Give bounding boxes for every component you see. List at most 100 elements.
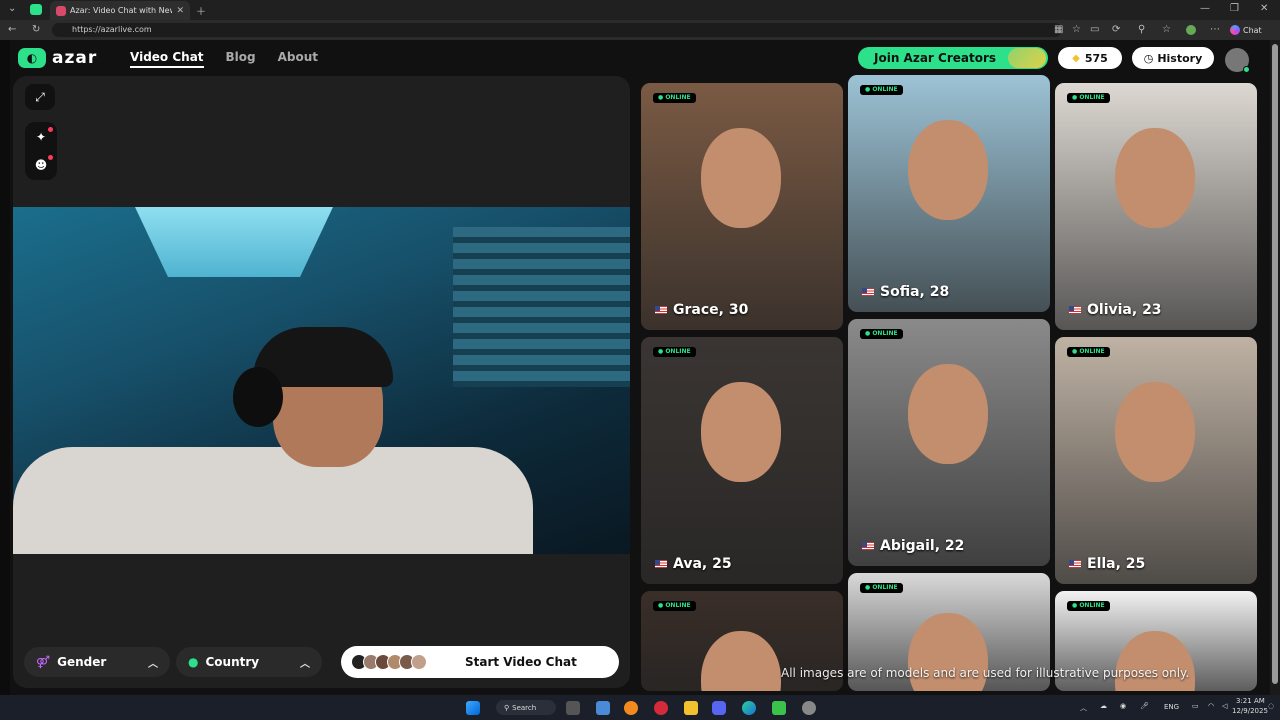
profile-card[interactable]: ● ONLINE Sofia, 28 [848,75,1050,312]
effects-toolbar: ✦ ☻ [25,122,57,180]
close-tab-icon[interactable]: ✕ [176,6,184,16]
join-label: Join Azar Creators [874,51,997,65]
settings-app-icon[interactable] [566,701,580,715]
opera-app-icon[interactable] [654,701,668,715]
workspace-icon[interactable] [30,4,42,15]
history-button[interactable]: ◷ History [1132,47,1214,69]
collections-icon[interactable]: ☆ [1162,24,1171,35]
user-avatar[interactable] [1225,48,1250,73]
azar-favicon-icon [56,5,66,16]
profile-name-text: Grace, 30 [673,302,749,318]
nav-blog[interactable]: Blog [226,50,256,68]
online-status-dot [1243,66,1250,73]
browser-tab[interactable]: Azar: Video Chat with New F… ✕ [50,1,190,20]
profile-name-text: Ella, 25 [1087,556,1146,572]
cloud-app-icon[interactable] [624,701,638,715]
clock-time[interactable]: 3:21 AM [1236,697,1265,705]
media-app-icon[interactable] [772,701,786,715]
reader-icon[interactable]: ▦ [1054,24,1063,35]
profile-card[interactable]: ● ONLINE Ava, 25 [641,337,843,584]
profile-name: Ava, 25 [655,556,732,572]
edge-browser-icon[interactable] [742,701,756,715]
tray-chevron-icon[interactable]: ︿ [1080,703,1087,713]
copilot-chat-button[interactable]: Chat [1230,23,1262,37]
start-video-chat-button[interactable]: Start Video Chat [341,646,619,678]
wifi-icon[interactable]: ◠ [1208,702,1214,710]
notification-dot [48,127,53,132]
skylight [135,207,333,277]
chevron-up-icon: ︿ [300,658,310,670]
gender-icon: ⚤ [36,655,51,669]
back-icon[interactable]: ← [8,24,16,35]
network-tray-icon[interactable]: ◉ [1120,702,1126,710]
tab-title: Azar: Video Chat with New F… [70,6,172,15]
profile-card[interactable]: ● ONLINE Grace, 30 [641,83,843,330]
refresh-icon[interactable]: ↻ [32,24,40,35]
mask-button[interactable]: ☻ [26,152,56,178]
screen-share-icon[interactable]: ▭ [1090,24,1099,35]
gem-icon: ◆ [1072,52,1080,64]
microphone-icon[interactable]: 🎤︎ [1140,702,1149,710]
chrome-app-icon[interactable] [802,701,816,715]
profile-name-text: Ava, 25 [673,556,732,572]
online-badge: ● ONLINE [1067,347,1110,357]
nav-video-chat[interactable]: Video Chat [130,50,204,68]
clock-date[interactable]: 12/9/2025 [1232,707,1268,715]
profile-icon[interactable] [1186,25,1196,35]
restore-icon[interactable]: ❐ [1230,3,1239,14]
file-explorer-icon[interactable] [684,701,698,715]
effects-button[interactable]: ✦ [26,124,56,150]
discord-app-icon[interactable] [712,701,726,715]
display-icon[interactable]: ▭ [1192,702,1199,710]
translate-icon[interactable]: ⚲ [1138,24,1145,35]
notifications-icon[interactable]: ◌ [1268,702,1274,710]
gems-balance-button[interactable]: ◆ 575 [1058,47,1122,69]
profile-name-text: Abigail, 22 [880,538,965,554]
more-icon[interactable]: ⋯ [1210,24,1220,35]
search-icon: ⚲ [504,703,510,712]
minimize-icon[interactable]: — [1200,3,1210,14]
main-nav: Video Chat Blog About [130,50,318,68]
avatar-thumb [411,654,427,670]
azar-logo-icon: ◐ [18,48,46,68]
favorite-icon[interactable]: ☆ [1072,24,1081,35]
search-label: Search [512,703,537,712]
profile-card[interactable]: ● ONLINE Olivia, 23 [1055,83,1257,330]
page-scrollbar[interactable] [1270,40,1280,695]
language-indicator[interactable]: ENG [1164,703,1179,711]
online-badge: ● ONLINE [860,583,903,593]
profile-photo [701,631,781,691]
windows-taskbar: ⚲ Search ︿ ☁ ◉ 🎤︎ ENG ▭ ◠ ◁ 3:21 AM 12/9… [0,695,1280,720]
profile-name: Sofia, 28 [862,284,949,300]
expand-icon: ⤢ [35,89,45,104]
online-badge: ● ONLINE [653,347,696,357]
profile-photo [1115,631,1195,691]
start-label: Start Video Chat [465,655,577,669]
photos-app-icon[interactable] [596,701,610,715]
onedrive-icon[interactable]: ☁ [1100,702,1107,710]
camera-preview [13,207,630,554]
profile-photo [701,128,781,228]
tab-list-icon[interactable]: ⌄ [8,3,16,14]
start-menu-icon[interactable] [466,701,480,715]
close-window-icon[interactable]: ✕ [1260,3,1268,14]
globe-icon: ● [188,655,199,669]
volume-icon[interactable]: ◁ [1222,702,1227,710]
url-field[interactable]: https://azarlive.com [52,23,1062,37]
profile-card[interactable]: ● ONLINE Ella, 25 [1055,337,1257,584]
history-label: History [1157,51,1203,65]
fullscreen-button[interactable]: ⤢ [25,84,55,110]
video-chat-panel: ⤢ ✦ ☻ ⚤ Gender ︿ ● Country ︿ Start Video… [13,76,630,688]
scrollbar-thumb[interactable] [1272,44,1278,684]
taskbar-search[interactable]: ⚲ Search [496,700,556,715]
profile-photo [701,382,781,482]
profile-card[interactable]: ● ONLINE Abigail, 22 [848,319,1050,566]
profile-name-text: Sofia, 28 [880,284,950,300]
country-filter-button[interactable]: ● Country ︿ [176,647,322,677]
new-tab-icon[interactable]: ＋ [196,3,206,18]
extensions-icon[interactable]: ⟳ [1112,24,1120,35]
gender-filter-button[interactable]: ⚤ Gender ︿ [24,647,170,677]
nav-about[interactable]: About [278,50,318,68]
join-azar-creators-button[interactable]: Join Azar Creators [858,47,1048,69]
azar-logo[interactable]: ◐ azar [18,48,97,68]
